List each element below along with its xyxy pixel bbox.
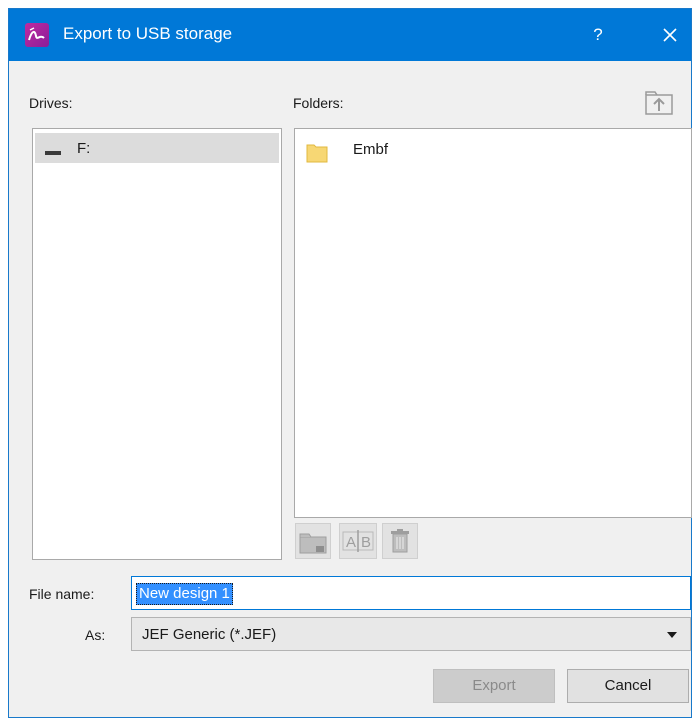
usb-drive-icon — [45, 151, 61, 155]
drives-list[interactable]: F: — [32, 128, 282, 560]
drives-label: Drives: — [29, 95, 73, 111]
file-name-label: File name: — [29, 586, 95, 602]
close-icon — [663, 28, 677, 42]
trash-icon — [391, 529, 409, 553]
format-select[interactable]: JEF Generic (*.JEF) — [131, 617, 691, 651]
list-item[interactable]: F: — [35, 133, 279, 163]
close-button[interactable] — [653, 18, 687, 52]
as-label: As: — [85, 627, 106, 643]
window-title: Export to USB storage — [63, 24, 233, 43]
format-value: JEF Generic (*.JEF) — [142, 626, 277, 643]
rename-button[interactable]: A B — [339, 523, 377, 559]
folders-label: Folders: — [293, 95, 344, 111]
new-folder-icon — [299, 533, 327, 554]
folder-up-icon — [645, 91, 673, 115]
new-folder-button[interactable] — [295, 523, 331, 559]
list-item[interactable]: Embf — [299, 135, 499, 165]
svg-text:A: A — [346, 534, 356, 551]
delete-folder-button[interactable] — [382, 523, 418, 559]
export-button[interactable]: Export — [433, 669, 555, 703]
app-logo-icon — [25, 23, 49, 47]
folder-label: Embf — [353, 141, 389, 158]
folder-icon — [306, 144, 328, 163]
folders-list[interactable]: Embf — [294, 128, 692, 518]
cancel-button[interactable]: Cancel — [567, 669, 689, 703]
export-dialog: Export to USB storage ? Drives: Folders:… — [8, 8, 692, 718]
chevron-down-icon — [667, 632, 677, 638]
title-bar[interactable]: Export to USB storage ? — [9, 9, 691, 61]
drive-label: F: — [77, 140, 91, 157]
rename-icon: A B — [342, 530, 374, 552]
help-button[interactable]: ? — [581, 18, 615, 52]
folder-up-button[interactable] — [643, 89, 675, 117]
file-name-selection: New design 1 — [136, 583, 233, 605]
svg-text:B: B — [361, 534, 371, 551]
